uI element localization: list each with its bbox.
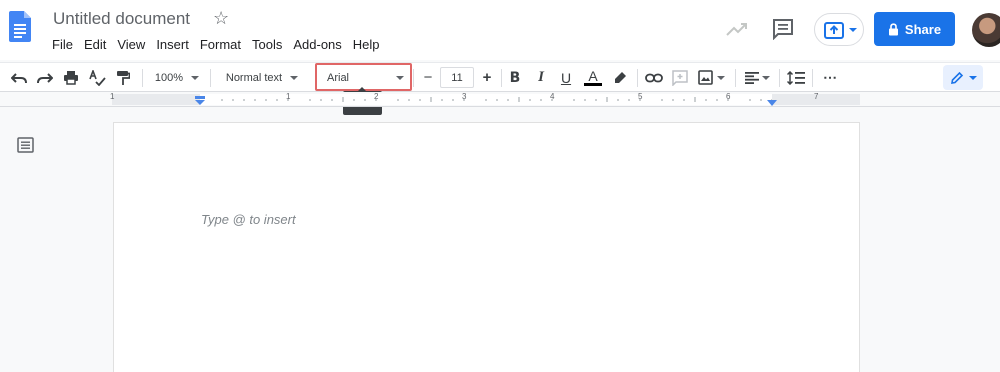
font-size-increase-button[interactable]: + bbox=[477, 63, 497, 92]
zoom-value: 100% bbox=[154, 71, 184, 84]
add-comment-icon[interactable] bbox=[669, 63, 691, 92]
chevron-down-icon bbox=[290, 75, 299, 80]
right-indent-marker[interactable] bbox=[767, 100, 777, 106]
share-button[interactable]: Share bbox=[874, 12, 955, 46]
share-label: Share bbox=[904, 21, 942, 37]
menu-view[interactable]: View bbox=[117, 37, 145, 52]
menu-format[interactable]: Format bbox=[200, 37, 241, 52]
text-color-icon[interactable]: A bbox=[582, 63, 604, 92]
ruler-label: 6 bbox=[726, 92, 731, 101]
toolbar-separator bbox=[413, 69, 414, 87]
lock-icon bbox=[888, 22, 898, 35]
toolbar-separator bbox=[779, 69, 780, 87]
present-button[interactable] bbox=[814, 13, 864, 46]
menu-tools[interactable]: Tools bbox=[252, 37, 282, 52]
docs-logo-icon[interactable] bbox=[9, 11, 31, 42]
chevron-down-icon bbox=[761, 75, 770, 80]
menu-bar: File Edit View Insert Format Tools Add-o… bbox=[52, 37, 391, 52]
chevron-down-icon bbox=[716, 75, 725, 80]
text-color-bar bbox=[584, 83, 602, 86]
paint-format-icon[interactable] bbox=[112, 63, 134, 92]
ruler-label: 4 bbox=[550, 92, 555, 101]
trending-icon[interactable] bbox=[725, 18, 749, 42]
ruler-label: 5 bbox=[638, 92, 643, 101]
bold-icon[interactable]: B bbox=[506, 63, 524, 92]
undo-icon[interactable] bbox=[8, 63, 30, 92]
ruler-label: 1 bbox=[286, 92, 291, 101]
ruler-label: 1 bbox=[110, 92, 115, 101]
paragraph-style-value: Normal text bbox=[225, 71, 283, 84]
link-icon[interactable] bbox=[643, 63, 665, 92]
print-icon[interactable] bbox=[60, 63, 82, 92]
toolbar-separator bbox=[501, 69, 502, 87]
menu-addons[interactable]: Add-ons bbox=[293, 37, 341, 52]
ruler: 1 1 2 3 4 5 6 7 bbox=[0, 92, 1000, 107]
italic-icon[interactable]: I bbox=[532, 63, 550, 92]
document-title[interactable]: Untitled document bbox=[53, 9, 190, 29]
line-spacing-icon[interactable] bbox=[785, 63, 807, 92]
header-bar: Untitled document ☆ File Edit View Inser… bbox=[0, 0, 1000, 60]
highlight-icon[interactable] bbox=[610, 63, 630, 92]
menu-file[interactable]: File bbox=[52, 37, 73, 52]
underline-icon[interactable]: U bbox=[557, 63, 575, 92]
left-indent-marker[interactable] bbox=[195, 96, 205, 106]
paragraph-style-select[interactable]: Normal text bbox=[218, 63, 306, 92]
menu-help[interactable]: Help bbox=[353, 37, 380, 52]
align-icon[interactable] bbox=[742, 63, 772, 92]
avatar[interactable] bbox=[972, 13, 1000, 47]
present-icon bbox=[824, 22, 857, 39]
menu-edit[interactable]: Edit bbox=[84, 37, 106, 52]
toolbar: 100% Normal text Arial − 11 + B I U A ⋯ bbox=[0, 62, 1000, 92]
font-size-input[interactable]: 11 bbox=[440, 67, 474, 88]
toolbar-separator bbox=[735, 69, 736, 87]
spellcheck-icon[interactable] bbox=[86, 63, 108, 92]
toolbar-separator bbox=[637, 69, 638, 87]
zoom-select[interactable]: 100% bbox=[148, 63, 206, 92]
toolbar-separator bbox=[210, 69, 211, 87]
font-size-value: 11 bbox=[451, 71, 463, 84]
redo-icon[interactable] bbox=[34, 63, 56, 92]
more-options-button[interactable]: ⋯ bbox=[819, 63, 841, 92]
ruler-label: 7 bbox=[814, 92, 819, 101]
insert-hint: Type @ to insert bbox=[201, 212, 296, 227]
outline-icon[interactable] bbox=[17, 137, 34, 153]
ruler-left-margin bbox=[112, 94, 200, 105]
toolbar-separator bbox=[142, 69, 143, 87]
toolbar-separator bbox=[812, 69, 813, 87]
editing-mode-icon[interactable] bbox=[943, 65, 983, 90]
chevron-down-icon bbox=[968, 75, 977, 80]
font-size-decrease-button[interactable]: − bbox=[418, 63, 438, 92]
ruler-label: 3 bbox=[462, 92, 467, 101]
ruler-track bbox=[112, 94, 860, 105]
ruler-label: 2 bbox=[374, 92, 379, 101]
star-icon[interactable]: ☆ bbox=[213, 8, 229, 29]
comment-icon[interactable] bbox=[772, 18, 794, 40]
document-page[interactable]: Type @ to insert bbox=[113, 122, 860, 372]
chevron-down-icon bbox=[191, 75, 200, 80]
ruler-ticks bbox=[121, 97, 850, 102]
text-color-glyph: A bbox=[588, 68, 598, 84]
menu-insert[interactable]: Insert bbox=[156, 37, 189, 52]
insert-image-icon[interactable] bbox=[695, 63, 727, 92]
